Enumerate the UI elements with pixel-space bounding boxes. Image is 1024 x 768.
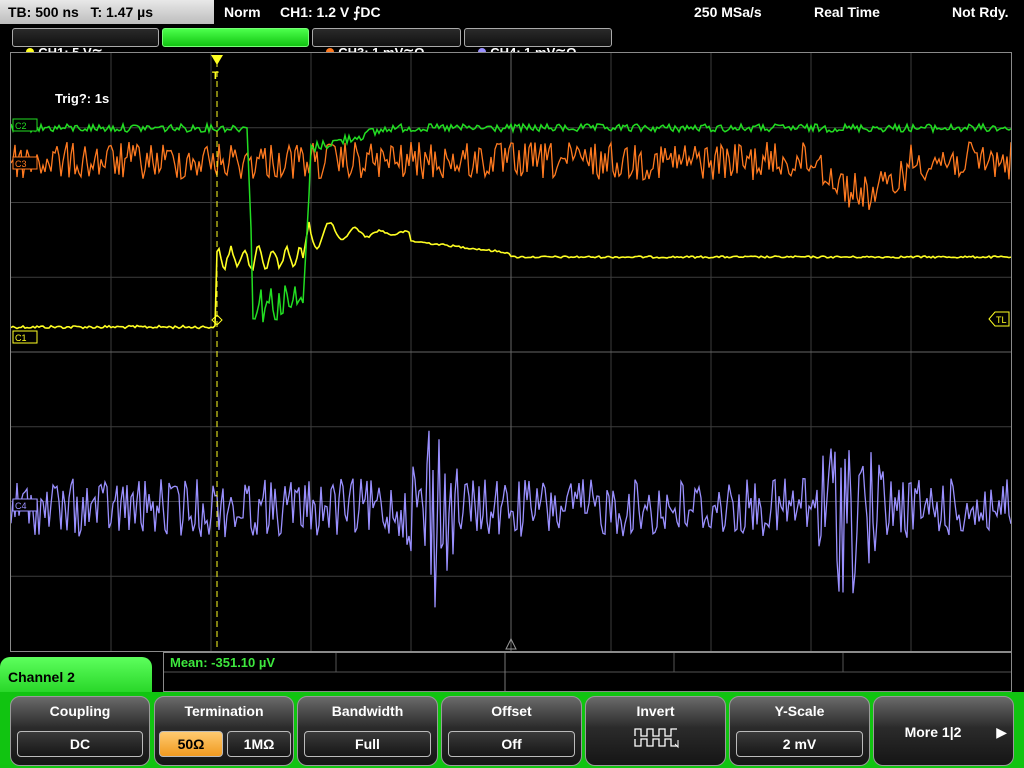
trigger-position-marker: [211, 55, 223, 65]
channel-marker-c4: C4: [12, 498, 38, 512]
termination-softkey[interactable]: Termination 50Ω 1MΩ: [154, 696, 294, 766]
trigger-pos-label: T: [212, 70, 219, 82]
invert-waveform-icon: [634, 728, 679, 749]
coupling-value[interactable]: DC: [17, 731, 143, 757]
y-scale-title: Y-Scale: [774, 703, 825, 719]
offset-title: Offset: [491, 703, 532, 719]
bandwidth-value[interactable]: Full: [304, 731, 431, 757]
bandwidth-softkey[interactable]: Bandwidth Full: [297, 696, 438, 766]
arrow-right-icon: ▶: [996, 724, 1007, 740]
invert-title: Invert: [636, 703, 675, 719]
channel-tab-ch1[interactable]: CH1: 5 V≅: [12, 28, 159, 60]
trigger-status: Not Rdy.: [952, 4, 1009, 20]
trigger-timeout-label: Trig?: 1s: [55, 91, 110, 106]
invert-softkey[interactable]: Invert: [585, 696, 726, 766]
trigger-level-marker: TL: [988, 311, 1010, 327]
channel-tab-ch2[interactable]: CH2: 2 mV≅Ω: [162, 28, 309, 60]
status-bar: TB: 500 ns T: 1.47 µs Norm CH1: 1.2 V ⨍D…: [0, 0, 1024, 24]
trigger-mode[interactable]: Norm: [224, 4, 261, 20]
waveform-canvas: T C2 C3 C1 C4 TL: [11, 53, 1011, 651]
c4-marker-label: C4: [15, 501, 27, 511]
c3-marker-label: C3: [15, 159, 27, 169]
trigger-level-label: TL: [996, 315, 1007, 325]
y-scale-value[interactable]: 2 mV: [736, 731, 863, 757]
y-scale-softkey[interactable]: Y-Scale 2 mV: [729, 696, 870, 766]
channel-tab-ch4[interactable]: CH4: 1 mV≅Ω: [464, 28, 612, 60]
termination-1mohm-option[interactable]: 1MΩ: [227, 731, 291, 757]
channel-tab-ch3[interactable]: CH3: 1 mV≅Ω: [312, 28, 461, 60]
channel-marker-c3: C3: [12, 156, 38, 170]
c1-marker-label: C1: [15, 333, 27, 343]
timebase-readout[interactable]: TB: 500 ns T: 1.47 µs: [0, 0, 214, 24]
more-softkey[interactable]: More 1|2 ▶: [873, 696, 1014, 766]
termination-title: Termination: [184, 703, 264, 719]
measurement-grid: [164, 653, 1011, 691]
channel-marker-c2: C2: [12, 118, 38, 132]
coupling-softkey[interactable]: Coupling DC: [10, 696, 150, 766]
mean-measurement: Mean: -351.10 µV: [170, 655, 276, 670]
bandwidth-title: Bandwidth: [331, 703, 404, 719]
measurement-row[interactable]: Mean: -351.10 µV: [163, 652, 1012, 692]
termination-50ohm-option[interactable]: 50Ω: [159, 731, 223, 757]
waveform-display[interactable]: T C2 C3 C1 C4 TL Trig?: 1s: [10, 52, 1012, 652]
offset-value[interactable]: Off: [448, 731, 575, 757]
sample-rate: 250 MSa/s: [694, 4, 762, 20]
offset-softkey[interactable]: Offset Off: [441, 696, 582, 766]
acquisition-mode[interactable]: Real Time: [814, 4, 880, 20]
channel-marker-c1: C1: [12, 330, 38, 344]
trigger-info[interactable]: CH1: 1.2 V ⨍DC: [280, 4, 381, 21]
c2-marker-label: C2: [15, 121, 27, 131]
more-label: More 1|2: [904, 724, 962, 740]
coupling-title: Coupling: [49, 703, 111, 719]
